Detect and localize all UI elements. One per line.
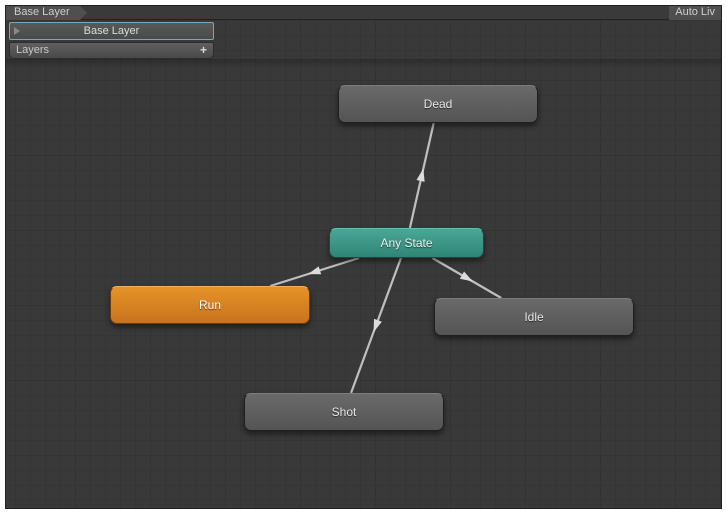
node-any-state[interactable]: Any State	[329, 228, 484, 258]
add-layer-icon[interactable]: +	[200, 43, 207, 58]
node-label: Dead	[424, 97, 453, 111]
auto-live-toggle[interactable]: Auto Liv	[669, 6, 721, 20]
layer-tab-label: Base Layer	[10, 23, 213, 39]
node-label: Idle	[524, 310, 543, 324]
layers-header-label: Layers	[16, 43, 49, 58]
breadcrumb-root[interactable]: Base Layer	[6, 6, 80, 20]
play-icon	[14, 27, 20, 35]
node-label: Any State	[380, 236, 432, 250]
node-idle[interactable]: Idle	[434, 298, 634, 336]
layer-tab-base[interactable]: Base Layer	[9, 22, 214, 40]
layers-header[interactable]: Layers +	[9, 42, 214, 59]
animator-graph-canvas[interactable]: Base Layer Auto Liv Base Layer Layers + …	[5, 5, 722, 509]
node-run[interactable]: Run	[110, 286, 310, 324]
node-dead[interactable]: Dead	[338, 85, 538, 123]
node-label: Run	[199, 298, 221, 312]
breadcrumb-bar: Base Layer Auto Liv	[6, 6, 721, 20]
node-shot[interactable]: Shot	[244, 393, 444, 431]
top-shadow	[6, 59, 721, 67]
node-label: Shot	[332, 405, 357, 419]
